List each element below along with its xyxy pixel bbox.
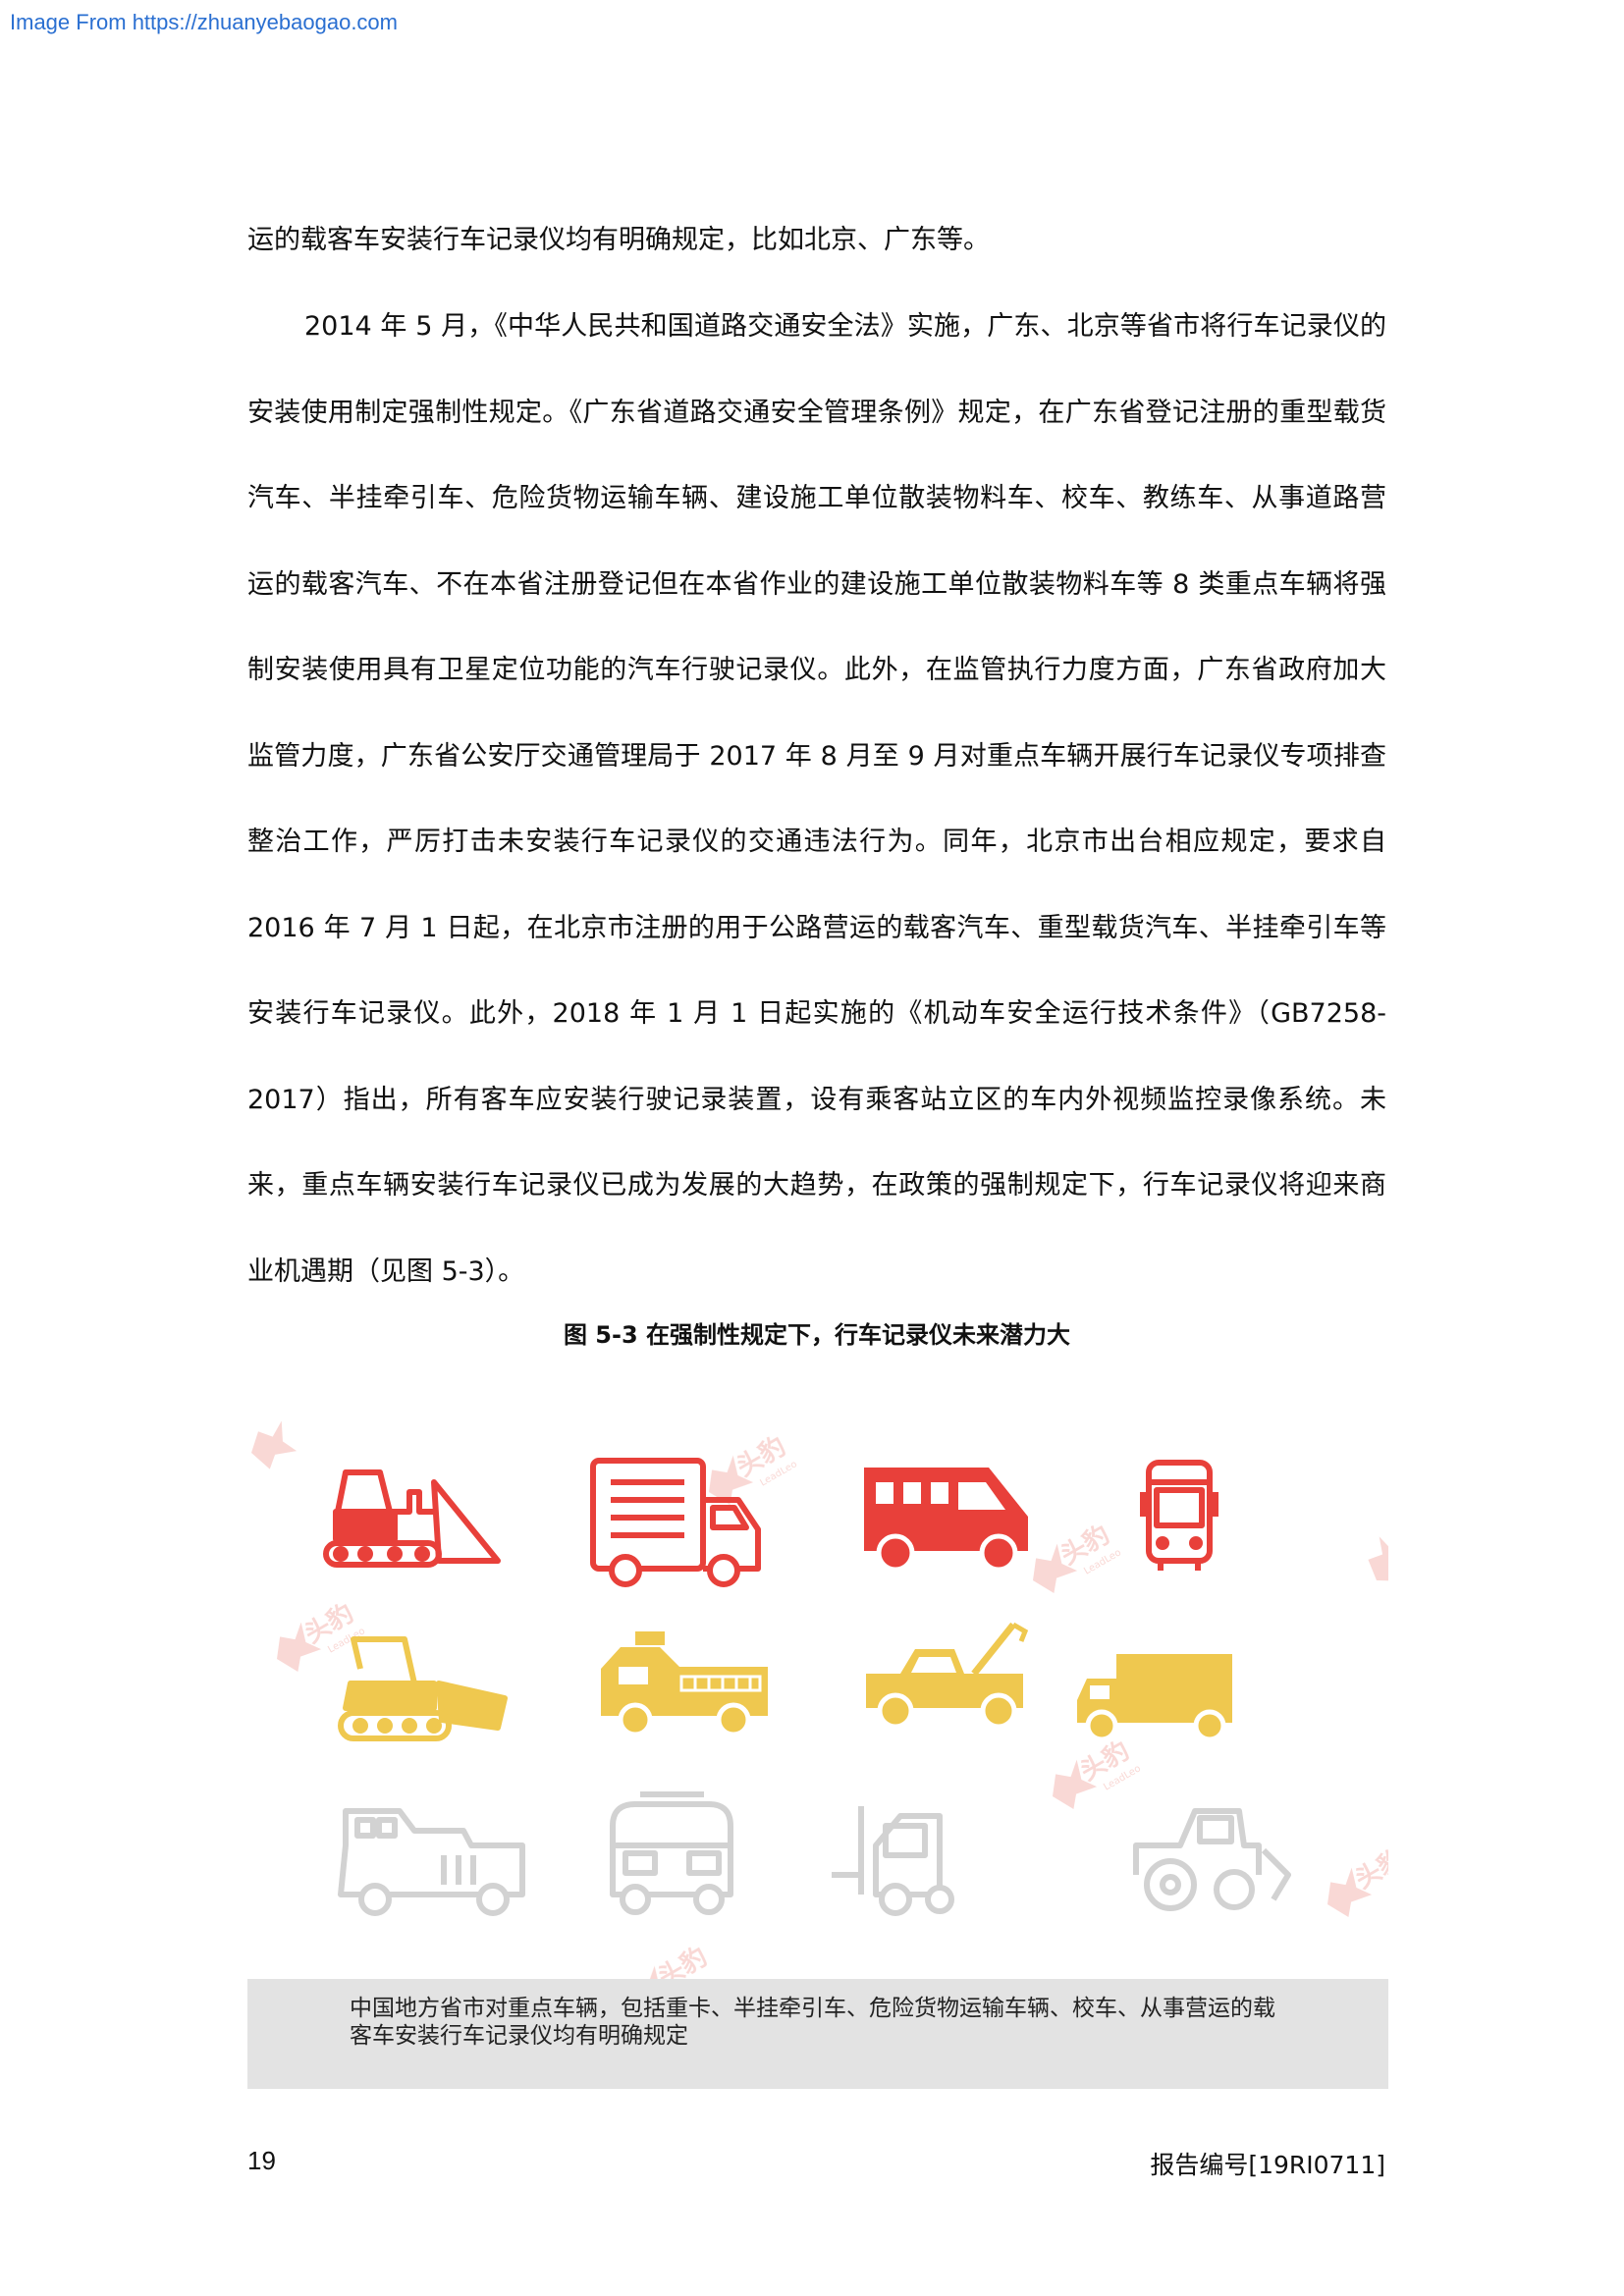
bulldozer-icon [338, 1636, 508, 1741]
figure-caption: 图 5-3 在强制性规定下，行车记录仪未来潜力大 [563, 1321, 1071, 1349]
figure-vehicle-icons: 头豹 LeadLeo 头豹 LeadLeo 头豹 LeadLeo 头豹 LeadLeo … [247, 1414, 1388, 2089]
source-link[interactable]: Image From https://zhuanyebaogao.com [10, 10, 398, 35]
tractor-icon [1133, 1808, 1291, 1911]
bulldozer-icon [323, 1469, 501, 1568]
page-number: 19 [247, 2146, 276, 2175]
report-number: 报告编号[19RI0711] [1150, 2151, 1385, 2179]
van-icon [864, 1468, 1028, 1573]
bus-icon [1140, 1460, 1218, 1571]
forklift-icon [832, 1806, 954, 1916]
body-paragraph-1: 运的载客车安装行车记录仪均有明确规定，比如北京、广东等。 [247, 225, 990, 255]
figure-note: 中国地方省市对重点车辆，包括重卡、半挂牵引车、危险货物运输车辆、校车、从事营运的… [350, 1996, 1275, 2049]
fire-truck-icon [601, 1631, 768, 1737]
jeep-icon [338, 1808, 525, 1916]
body-paragraph-2: 2014 年 5 月，《中华人民共和国道路交通安全法》实施，广东、北京等省市将行… [247, 311, 1386, 1287]
box-truck-icon [1077, 1654, 1232, 1742]
minibus-icon [610, 1791, 733, 1915]
tow-truck-icon [866, 1622, 1029, 1730]
